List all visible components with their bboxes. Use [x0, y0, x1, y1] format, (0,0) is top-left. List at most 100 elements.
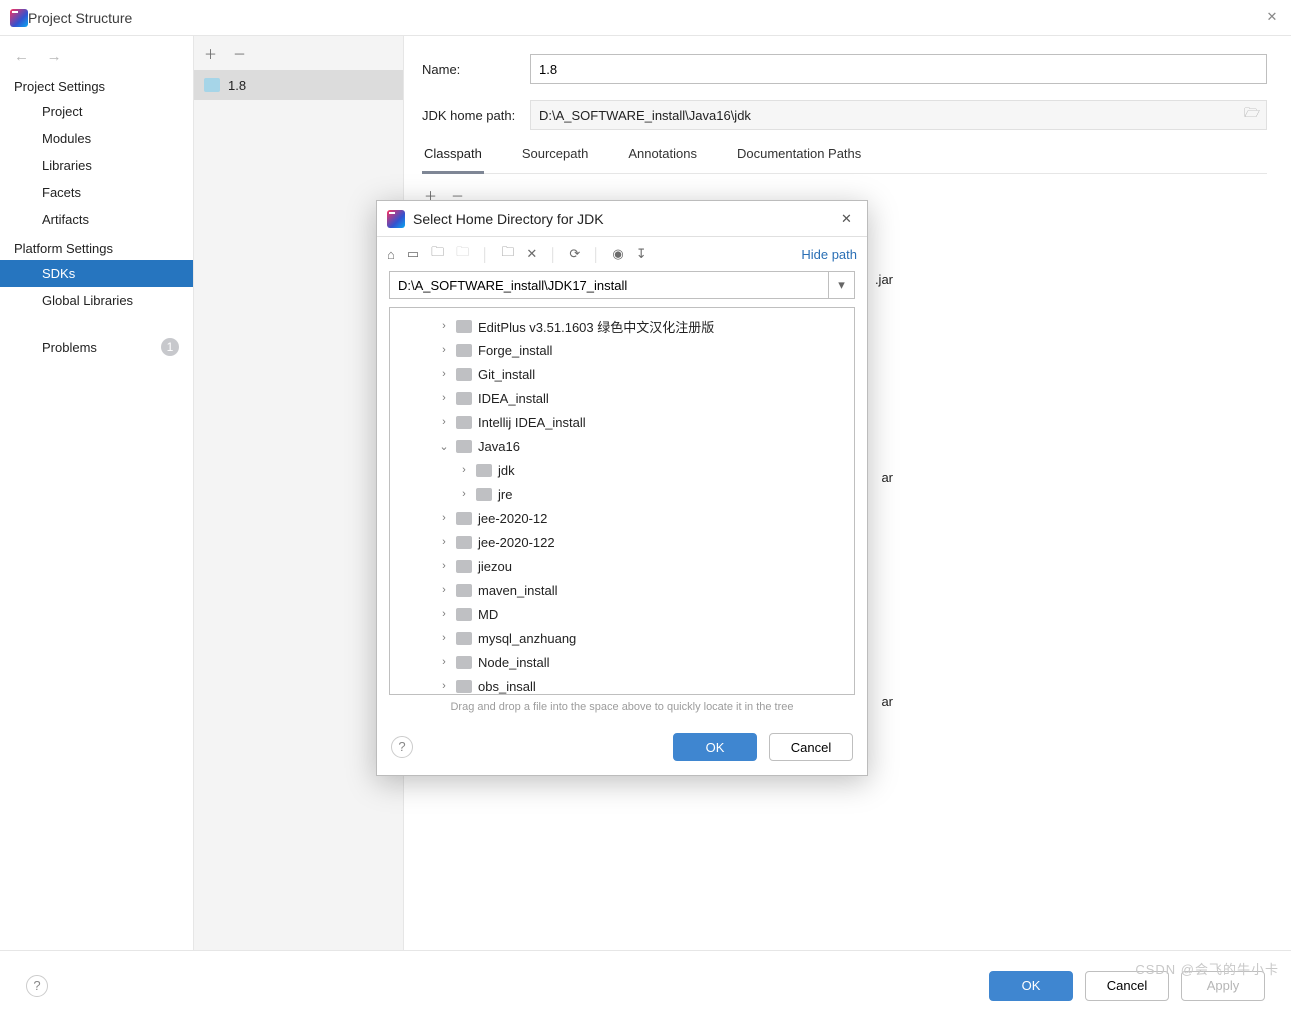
sidebar-item-sdks[interactable]: SDKs	[0, 260, 193, 287]
name-label: Name:	[422, 62, 530, 77]
name-input[interactable]	[530, 54, 1267, 84]
module-icon[interactable]: 🗀	[456, 243, 469, 265]
project-icon[interactable]: 🗀	[431, 243, 444, 265]
tree-item[interactable]: › Intellij IDEA_install	[394, 410, 850, 434]
sidebar-item-problems[interactable]: Problems 1	[0, 332, 193, 362]
chevron-right-icon[interactable]: ›	[458, 464, 470, 476]
cancel-button[interactable]: Cancel	[1085, 971, 1169, 1001]
tree-item[interactable]: › jee-2020-12	[394, 506, 850, 530]
browse-folder-icon[interactable]: 🗁	[1238, 104, 1266, 126]
tree-item[interactable]: › IDEA_install	[394, 386, 850, 410]
tree-item[interactable]: ›obs_insall	[394, 674, 850, 695]
folder-icon	[456, 608, 472, 621]
tree-item[interactable]: › mysql_anzhuang	[394, 626, 850, 650]
sdk-item[interactable]: 1.8	[194, 70, 403, 100]
chevron-right-icon[interactable]: ›	[438, 344, 450, 356]
folder-icon	[456, 344, 472, 357]
tree-item[interactable]: ›Forge_install	[394, 338, 850, 362]
jar-fragment: ar	[881, 470, 893, 485]
dialog-toolbar: ⌂ ▭ 🗀 🗀 │ 🗀 ✕ │ ⟳ │ ◉ ↧ Hide path	[377, 237, 867, 271]
tab-sourcepath[interactable]: Sourcepath	[520, 146, 591, 173]
chevron-right-icon[interactable]: ›	[438, 320, 450, 332]
jdk-path-label: JDK home path:	[422, 108, 530, 123]
chevron-right-icon[interactable]: ›	[438, 368, 450, 380]
tree-item-label: Intellij IDEA_install	[478, 415, 586, 430]
sidebar: ← → Project Settings Project Modules Lib…	[0, 36, 194, 950]
chevron-right-icon[interactable]: ›	[438, 560, 450, 572]
hide-path-link[interactable]: Hide path	[801, 247, 857, 262]
tree-item[interactable]: ›jdk	[394, 458, 850, 482]
tree-item-label: maven_install	[478, 583, 558, 598]
new-folder-icon[interactable]: 🗀	[501, 243, 514, 265]
folder-icon	[456, 368, 472, 381]
ext-icon[interactable]: ↧	[636, 246, 647, 262]
show-hidden-icon[interactable]: ◉	[612, 246, 623, 262]
window-title: Project Structure	[28, 10, 1263, 26]
path-history-icon[interactable]: ▾	[828, 272, 854, 298]
chevron-right-icon[interactable]: ›	[438, 536, 450, 548]
remove-icon[interactable]: －	[233, 44, 246, 63]
sidebar-item-facets[interactable]: Facets	[0, 179, 193, 206]
folder-icon	[456, 440, 472, 453]
ok-button[interactable]: OK	[673, 733, 757, 761]
chevron-right-icon[interactable]: ›	[438, 584, 450, 596]
problems-badge: 1	[161, 338, 179, 356]
nav-forward-icon[interactable]: →	[47, 48, 62, 65]
chevron-right-icon[interactable]: ›	[438, 392, 450, 404]
tree-item-label: mysql_anzhuang	[478, 631, 576, 646]
home-icon[interactable]: ⌂	[387, 247, 395, 262]
chevron-right-icon[interactable]: ›	[438, 656, 450, 668]
sidebar-item-global-libraries[interactable]: Global Libraries	[0, 287, 193, 314]
chevron-down-icon[interactable]: ⌄	[438, 440, 450, 453]
tree-item[interactable]: ›jiezou	[394, 554, 850, 578]
sidebar-item-artifacts[interactable]: Artifacts	[0, 206, 193, 233]
sidebar-item-modules[interactable]: Modules	[0, 125, 193, 152]
tree-item[interactable]: ›EditPlus v3.51.1603 绿色中文汉化注册版	[394, 314, 850, 338]
ok-button[interactable]: OK	[989, 971, 1073, 1001]
tree-item-label: jee-2020-12	[478, 511, 547, 526]
folder-icon	[456, 584, 472, 597]
tab-documentation[interactable]: Documentation Paths	[735, 146, 863, 173]
chevron-right-icon[interactable]: ›	[438, 632, 450, 644]
tree-item[interactable]: ›jee-2020-122	[394, 530, 850, 554]
sdk-toolbar: ＋ －	[194, 36, 403, 70]
folder-icon	[476, 488, 492, 501]
apply-button[interactable]: Apply	[1181, 971, 1265, 1001]
tree-item[interactable]: ›Node_install	[394, 650, 850, 674]
cancel-button[interactable]: Cancel	[769, 733, 853, 761]
chevron-right-icon[interactable]: ›	[438, 680, 450, 692]
tree-item[interactable]: ›MD	[394, 602, 850, 626]
section-platform-settings: Platform Settings	[0, 233, 193, 260]
folder-icon	[456, 320, 472, 333]
sidebar-item-project[interactable]: Project	[0, 98, 193, 125]
directory-tree[interactable]: ›EditPlus v3.51.1603 绿色中文汉化注册版›Forge_ins…	[389, 307, 855, 695]
tree-item[interactable]: ⌄Java16	[394, 434, 850, 458]
path-input[interactable]	[390, 272, 828, 298]
chevron-right-icon[interactable]: ›	[438, 608, 450, 620]
close-icon[interactable]: ✕	[841, 211, 857, 227]
close-icon[interactable]: ✕	[1263, 9, 1281, 27]
tab-annotations[interactable]: Annotations	[626, 146, 699, 173]
tree-item[interactable]: ›jre	[394, 482, 850, 506]
folder-icon	[476, 464, 492, 477]
tree-item[interactable]: › maven_install	[394, 578, 850, 602]
jdk-path-field[interactable]: D:\A_SOFTWARE_install\Java16\jdk 🗁	[530, 100, 1267, 130]
dialog-title: Select Home Directory for JDK	[413, 211, 833, 227]
refresh-icon[interactable]: ⟳	[569, 246, 580, 262]
chevron-right-icon[interactable]: ›	[438, 512, 450, 524]
help-icon[interactable]: ?	[391, 736, 413, 758]
add-icon[interactable]: ＋	[204, 44, 217, 63]
desktop-icon[interactable]: ▭	[407, 246, 419, 262]
tree-item-label: IDEA_install	[478, 391, 549, 406]
tree-item[interactable]: ›Git_install	[394, 362, 850, 386]
nav-back-icon[interactable]: ←	[14, 48, 29, 65]
chevron-right-icon[interactable]: ›	[438, 416, 450, 428]
tab-classpath[interactable]: Classpath	[422, 146, 484, 174]
chevron-right-icon[interactable]: ›	[458, 488, 470, 500]
sidebar-item-libraries[interactable]: Libraries	[0, 152, 193, 179]
jdk-path-text: D:\A_SOFTWARE_install\Java16\jdk	[531, 108, 1238, 123]
delete-icon[interactable]: ✕	[526, 246, 537, 262]
help-icon[interactable]: ?	[26, 975, 48, 997]
folder-icon	[204, 78, 220, 92]
path-input-wrap: ▾	[389, 271, 855, 299]
